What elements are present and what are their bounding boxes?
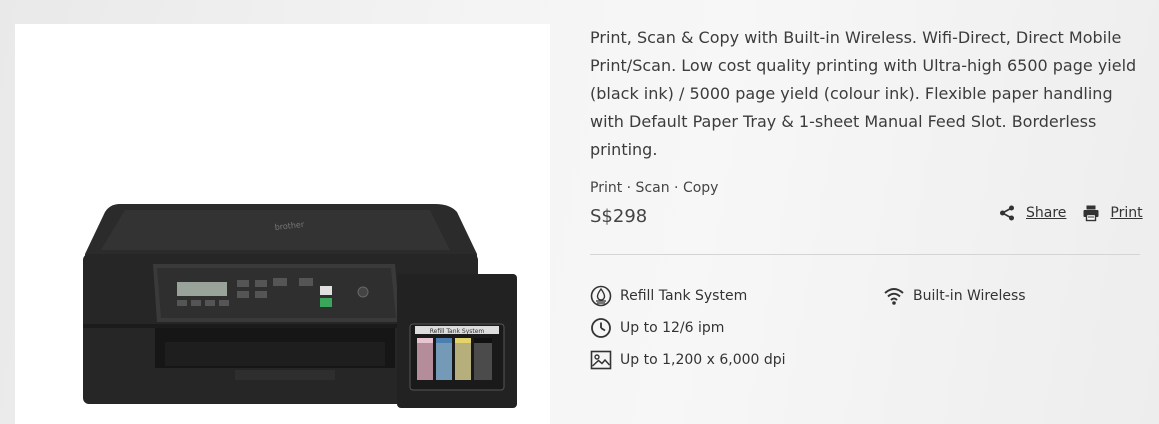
print-button[interactable]: Print [1082,204,1143,222]
feature-label: Refill Tank System [620,288,748,304]
printer-icon [1083,205,1099,222]
product-functions: Print · Scan · Copy [590,180,719,196]
product-actions: Share Print [998,202,1143,224]
product-image-card: brother Refill Tank System [15,24,550,424]
feature-label: Up to 1,200 x 6,000 dpi [620,352,786,368]
tank-label-text: Refill Tank System [430,328,485,335]
share-link[interactable]: Share [1026,205,1066,221]
print-link[interactable]: Print [1110,205,1142,221]
clock-icon [591,318,611,338]
share-button[interactable]: Share [998,204,1066,222]
feature-refill-tank: Refill Tank System [590,285,747,307]
image-icon [590,350,612,370]
feature-speed: Up to 12/6 ipm [590,317,724,339]
refill-tank-icon [590,285,612,307]
printer-image: brother Refill Tank System [83,204,517,408]
feature-wireless: Built-in Wireless [883,285,1026,307]
divider [590,254,1140,255]
share-icon [1000,205,1014,221]
feature-label: Up to 12/6 ipm [620,320,725,336]
product-description: Print, Scan & Copy with Built-in Wireles… [590,28,1137,159]
feature-label: Built-in Wireless [913,288,1026,304]
product-info: Print, Scan & Copy with Built-in Wireles… [590,24,1150,227]
feature-resolution: Up to 1,200 x 6,000 dpi [590,349,786,371]
wifi-icon [884,288,904,305]
